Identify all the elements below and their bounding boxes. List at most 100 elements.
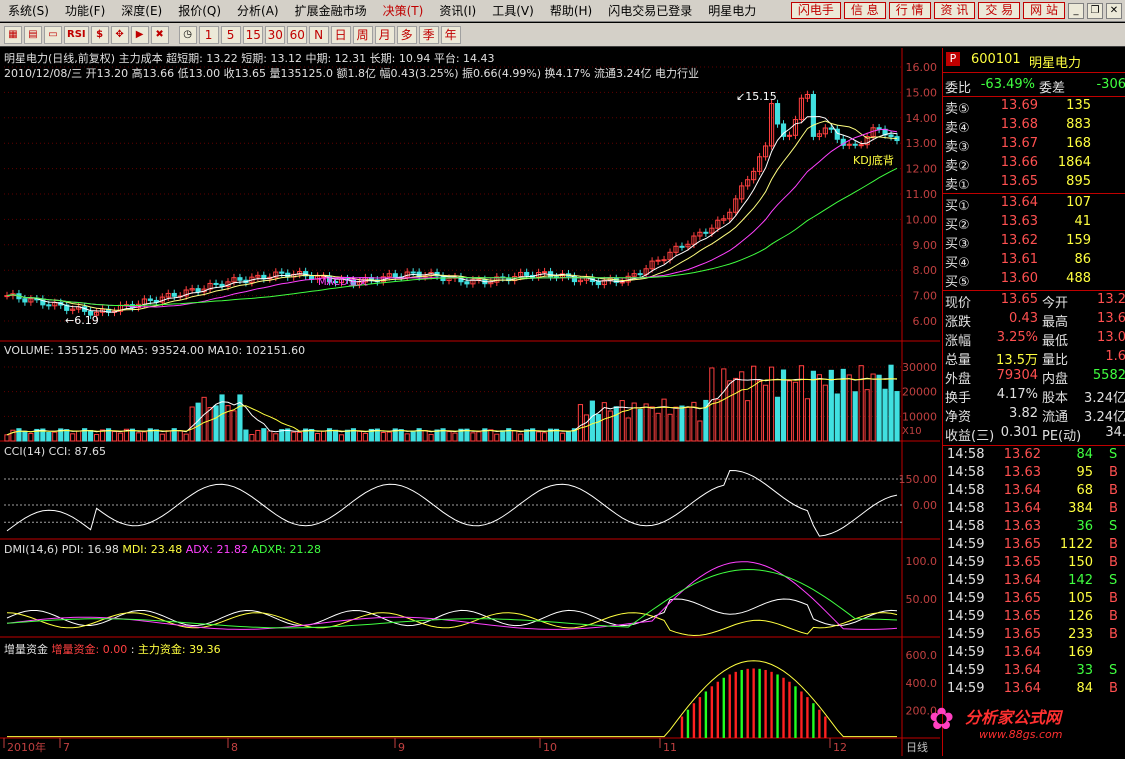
cci-tick-label: 0.00: [913, 499, 938, 512]
menu-item[interactable]: 报价(Q): [170, 2, 229, 19]
period-button[interactable]: N: [308, 25, 329, 44]
tick-price: 13.64: [1003, 573, 1041, 588]
period-button[interactable]: 年: [440, 25, 461, 44]
volume-bar: [243, 429, 249, 442]
quote-divider: [943, 96, 1125, 97]
dmi-mdi: MDI: 23.48: [122, 543, 183, 556]
tick-side: B: [1109, 627, 1118, 642]
stat-label: 内盘: [1042, 372, 1069, 387]
quick-button[interactable]: 资 讯: [933, 2, 976, 19]
toolbar-tool-icon[interactable]: ▦: [4, 25, 22, 44]
toolbar-tool-icon[interactable]: RSI: [64, 25, 89, 44]
period-button[interactable]: 5: [220, 25, 241, 44]
menu-item[interactable]: 扩展金融市场: [287, 2, 375, 19]
candle-body: [876, 127, 882, 130]
period-button[interactable]: 60: [286, 25, 307, 44]
price-panel-title: 明星电力(日线,前复权) 主力成本 超短期: 13.22 短期: 13.12 中…: [4, 52, 495, 65]
menu-item[interactable]: 决策(T): [375, 2, 432, 19]
quick-button[interactable]: 交 易: [978, 2, 1021, 19]
period-button[interactable]: 多: [396, 25, 417, 44]
toolbar-tool-icon[interactable]: ▶: [130, 25, 149, 44]
price-tick-label: 9.00: [913, 239, 938, 252]
volume-bar: [864, 389, 870, 442]
period-button[interactable]: 30: [264, 25, 285, 44]
volume-bar: [165, 430, 171, 442]
quick-button[interactable]: 信 息: [843, 2, 886, 19]
p-badge-icon: P: [946, 52, 960, 66]
menu-item[interactable]: 深度(E): [113, 2, 170, 19]
menu-item[interactable]: 帮助(H): [542, 2, 600, 19]
stat-value: 34.: [1105, 425, 1125, 440]
volume-bar: [840, 368, 846, 442]
buy-price: 13.64: [1000, 195, 1038, 210]
volume-bar: [380, 432, 386, 442]
chart-area[interactable]: 16.00 15.00 14.00 13.00 12.00 11.00 10.00 9.00 8…: [0, 48, 940, 756]
menu-item[interactable]: 功能(F): [57, 2, 113, 19]
fund-tick-label: 600.0: [906, 649, 938, 662]
fund-bar: [728, 674, 731, 738]
candle-body: [595, 281, 601, 286]
sell-volume: 895: [1066, 174, 1091, 189]
period-button[interactable]: 1: [198, 25, 219, 44]
stat-value: 0.301: [1000, 425, 1038, 440]
candle-body: [637, 273, 643, 276]
period-button[interactable]: 周: [352, 25, 373, 44]
toolbar-tool-icon[interactable]: ✖: [150, 25, 169, 44]
fund-bar: [692, 703, 696, 738]
candle-body: [309, 275, 315, 280]
menu-item[interactable]: 分析(A): [229, 2, 287, 19]
quick-button[interactable]: 行 情: [888, 2, 931, 19]
volume-bar: [745, 400, 751, 442]
toolbar-tool-icon[interactable]: $: [90, 25, 109, 44]
volume-bar: [177, 430, 183, 442]
dmi-line: [6, 598, 898, 627]
period-button[interactable]: 月: [374, 25, 395, 44]
volume-bar: [153, 429, 159, 442]
buy-volume: 41: [1074, 214, 1091, 229]
tick-side: S: [1109, 573, 1118, 588]
candle-body: [858, 144, 864, 147]
menu-item[interactable]: 工具(V): [484, 2, 542, 19]
tick-time: 14:59: [947, 537, 985, 552]
menu-item[interactable]: 资讯(I): [431, 2, 484, 19]
buy-level-label: 买⑤: [945, 275, 970, 290]
watermark: ✿ 分析家公式网 www.88gs.com: [929, 698, 1109, 748]
candle-body: [703, 231, 709, 234]
quick-button[interactable]: 网 站: [1023, 2, 1065, 19]
toolbar-tool-icon[interactable]: ✥: [110, 25, 129, 44]
close-icon[interactable]: ✕: [1106, 2, 1122, 19]
period-button[interactable]: 季: [418, 25, 439, 44]
volume-bar: [637, 408, 643, 442]
fund-panel-title: 增量资金 增量资金: 0.00 : 主力资金: 39.36: [4, 641, 221, 657]
minimize-icon[interactable]: _: [1068, 2, 1084, 19]
menu-item[interactable]: 明星电力: [700, 2, 764, 19]
volume-panel-title: VOLUME: 135125.00 MA5: 93524.00 MA10: 10…: [4, 344, 306, 357]
toolbar-tool-icon[interactable]: ▭: [44, 25, 62, 44]
toolbar-tool-icon[interactable]: ▤: [24, 25, 42, 44]
sell-price: 13.65: [1000, 174, 1038, 189]
price-tick-label: 10.00: [906, 213, 938, 226]
quick-button[interactable]: 闪电手: [790, 2, 841, 19]
period-button[interactable]: 15: [242, 25, 263, 44]
restore-icon[interactable]: ❐: [1087, 2, 1103, 19]
menu-item[interactable]: 系统(S): [0, 2, 57, 19]
volume-bar: [273, 433, 279, 442]
volume-bar: [183, 433, 189, 442]
candle-body: [810, 94, 816, 137]
clock-icon[interactable]: ◷: [178, 25, 197, 44]
volume-bar: [249, 434, 255, 442]
period-button[interactable]: 日: [330, 25, 351, 44]
price-tick-label: 15.00: [906, 86, 938, 99]
stat-value: 0.43: [1009, 311, 1038, 326]
tick-side: S: [1109, 663, 1118, 678]
tick-volume: 95: [1076, 465, 1093, 480]
volume-bar: [685, 406, 691, 442]
menu-item[interactable]: 闪电交易已登录: [600, 2, 700, 19]
fund-bar: [740, 669, 743, 738]
volume-bar: [213, 405, 219, 442]
tick-price: 13.63: [1003, 519, 1041, 534]
quote-divider: [943, 193, 1125, 194]
volume-bar: [888, 364, 894, 442]
tick-volume: 36: [1076, 519, 1093, 534]
stat-label: PE(动): [1042, 429, 1082, 444]
